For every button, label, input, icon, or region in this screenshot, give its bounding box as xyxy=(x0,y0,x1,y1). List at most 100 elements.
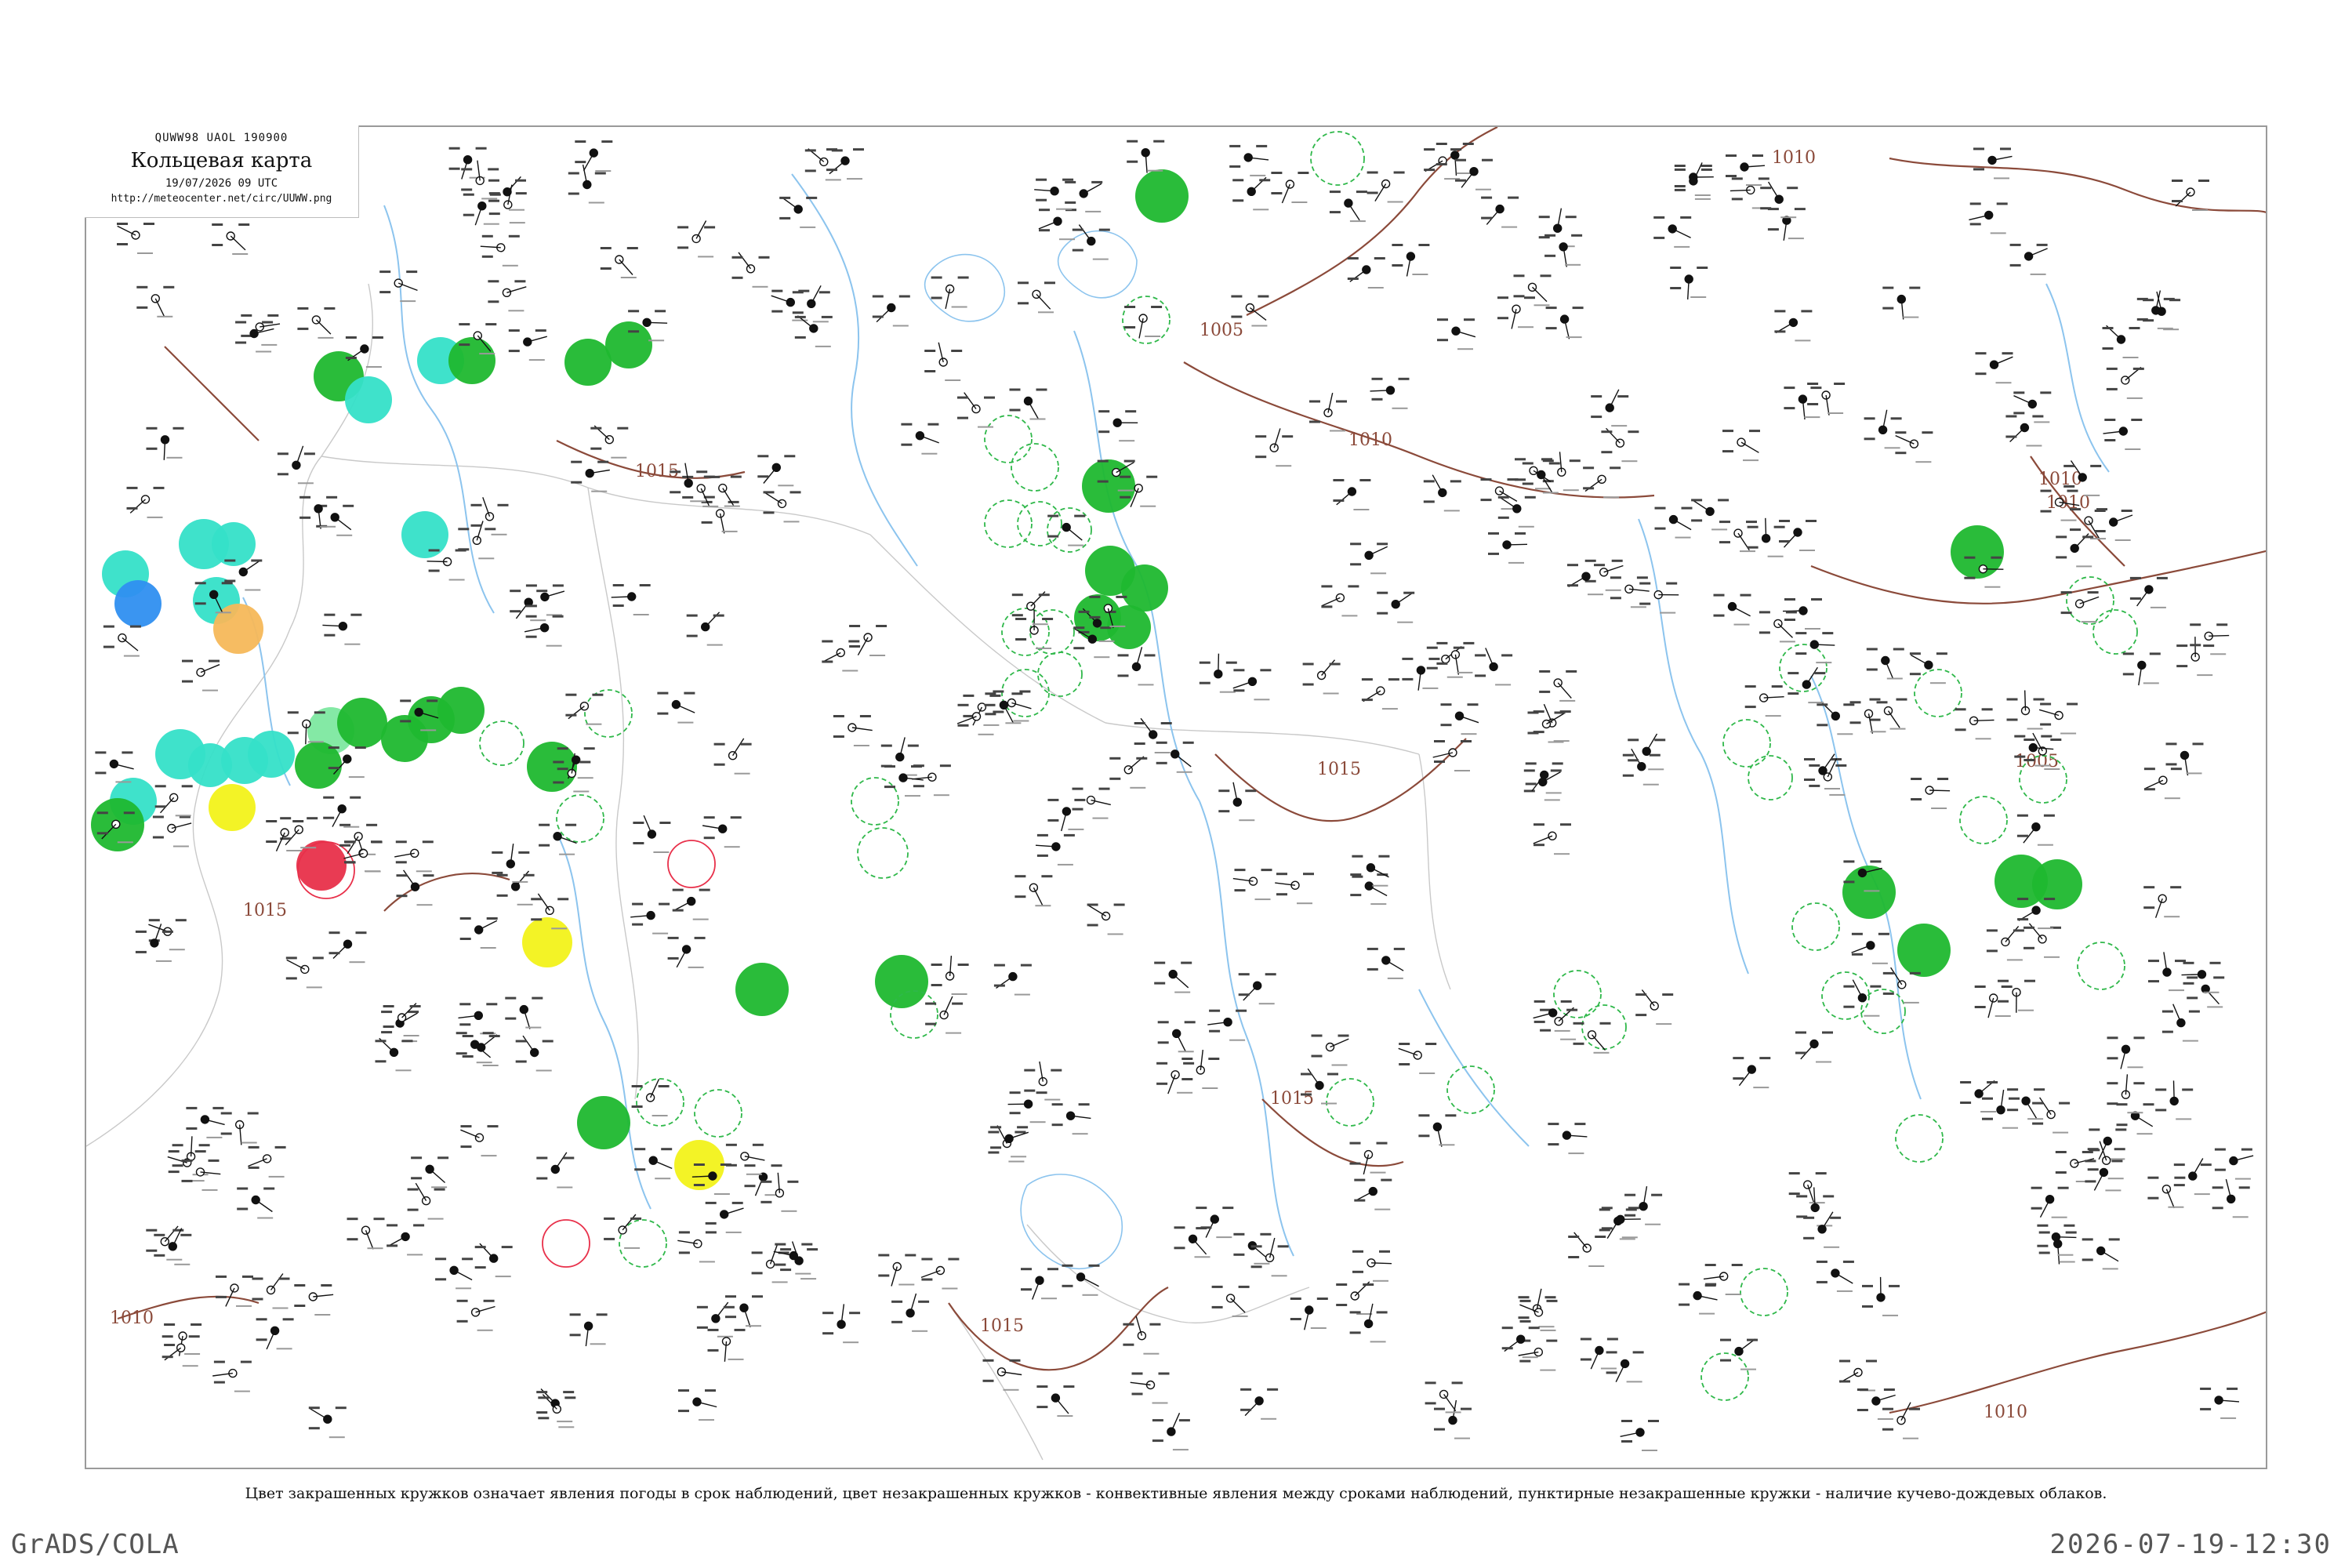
station-symbol[interactable] xyxy=(1035,833,1075,866)
station-symbol[interactable] xyxy=(1691,499,1730,531)
station-symbol[interactable] xyxy=(1232,669,1272,701)
station-symbol[interactable] xyxy=(458,1003,498,1035)
station-symbol[interactable] xyxy=(285,956,324,989)
station-symbol[interactable] xyxy=(1154,961,1192,993)
station-symbol[interactable] xyxy=(590,425,629,459)
station-symbol[interactable] xyxy=(1238,973,1276,1005)
station-symbol[interactable] xyxy=(1156,1062,1195,1094)
station-symbol[interactable] xyxy=(1232,176,1271,211)
station-symbol[interactable] xyxy=(1580,1338,1618,1370)
station-symbol[interactable] xyxy=(379,270,418,303)
station-symbol[interactable] xyxy=(1670,267,1708,299)
station-symbol[interactable] xyxy=(1857,1388,1896,1420)
station-symbol[interactable] xyxy=(1839,1359,1877,1392)
shower-station-marker[interactable] xyxy=(188,743,232,787)
station-symbol[interactable] xyxy=(299,495,338,529)
rain-station-marker[interactable] xyxy=(605,321,652,368)
station-symbol[interactable] xyxy=(1882,1402,1920,1439)
station-symbol[interactable] xyxy=(2085,1160,2123,1192)
station-symbol[interactable] xyxy=(154,785,193,817)
station-symbol[interactable] xyxy=(347,1218,385,1250)
station-symbol[interactable] xyxy=(1352,1250,1392,1282)
station-symbol[interactable] xyxy=(1760,181,1798,219)
station-symbol[interactable] xyxy=(1392,244,1430,277)
station-symbol[interactable] xyxy=(571,460,610,492)
station-symbol[interactable] xyxy=(1533,823,1571,855)
rain-station-marker[interactable] xyxy=(577,1096,630,1149)
station-symbol[interactable] xyxy=(394,840,434,873)
station-symbol[interactable] xyxy=(2102,325,2140,358)
station-symbol[interactable] xyxy=(462,1034,500,1066)
rain-station-marker[interactable] xyxy=(437,687,485,734)
station-symbol[interactable] xyxy=(1803,1211,1842,1248)
station-symbol[interactable] xyxy=(1788,1172,1827,1204)
station-symbol[interactable] xyxy=(1275,873,1314,905)
station-symbol[interactable] xyxy=(407,1182,445,1220)
station-symbol[interactable] xyxy=(634,1148,673,1180)
station-symbol[interactable] xyxy=(1333,479,1371,510)
station-symbol[interactable] xyxy=(1606,1351,1644,1383)
station-symbol[interactable] xyxy=(456,1032,494,1064)
station-symbol[interactable] xyxy=(1014,875,1053,907)
station-symbol[interactable] xyxy=(474,1243,513,1278)
station-symbol[interactable] xyxy=(1181,1050,1220,1089)
station-symbol[interactable] xyxy=(212,223,250,255)
cb-marker[interactable] xyxy=(1310,131,1365,186)
station-symbol[interactable] xyxy=(2155,1080,2194,1120)
station-symbol[interactable] xyxy=(1639,582,1679,614)
station-symbol[interactable] xyxy=(1653,216,1692,248)
station-symbol[interactable] xyxy=(1232,869,1272,901)
station-symbol[interactable] xyxy=(1321,585,1359,617)
shower-station-marker[interactable] xyxy=(401,511,448,558)
cb-marker[interactable] xyxy=(984,415,1033,463)
station-symbol[interactable] xyxy=(1539,670,1577,702)
cb-marker[interactable] xyxy=(1748,755,1793,800)
station-symbol[interactable] xyxy=(2147,1176,2186,1209)
rain-station-marker[interactable] xyxy=(448,337,495,384)
station-symbol[interactable] xyxy=(1782,598,1822,630)
station-symbol[interactable] xyxy=(1349,1142,1388,1175)
station-symbol[interactable] xyxy=(2143,886,2182,918)
station-symbol[interactable] xyxy=(1156,741,1194,773)
station-symbol[interactable] xyxy=(1674,162,1712,200)
station-symbol[interactable] xyxy=(1423,474,1461,512)
station-symbol[interactable] xyxy=(1352,855,1390,887)
station-symbol[interactable] xyxy=(1497,296,1535,329)
station-symbol[interactable] xyxy=(1377,591,1415,623)
station-symbol[interactable] xyxy=(1109,756,1148,789)
station-symbol[interactable] xyxy=(1518,1339,1558,1371)
station-symbol[interactable] xyxy=(95,751,134,783)
station-symbol[interactable] xyxy=(611,584,651,615)
station-symbol[interactable] xyxy=(672,888,710,920)
station-symbol[interactable] xyxy=(1038,209,1076,241)
fog-station-marker[interactable] xyxy=(114,580,162,627)
station-symbol[interactable] xyxy=(1601,427,1639,463)
station-symbol[interactable] xyxy=(172,1136,210,1176)
station-symbol[interactable] xyxy=(323,796,361,828)
station-symbol[interactable] xyxy=(435,1258,474,1290)
cb-marker[interactable] xyxy=(1791,902,1840,951)
station-symbol[interactable] xyxy=(1882,967,1921,1004)
station-symbol[interactable] xyxy=(1533,1000,1572,1032)
station-symbol[interactable] xyxy=(1009,388,1047,420)
station-symbol[interactable] xyxy=(297,307,336,339)
station-symbol[interactable] xyxy=(1098,410,1138,442)
station-symbol[interactable] xyxy=(216,1275,253,1307)
station-symbol[interactable] xyxy=(126,486,165,518)
station-symbol[interactable] xyxy=(2165,742,2204,776)
station-symbol[interactable] xyxy=(1367,171,1405,203)
station-symbol[interactable] xyxy=(1720,1338,1758,1370)
station-symbol[interactable] xyxy=(1481,196,1519,228)
station-symbol[interactable] xyxy=(630,902,670,935)
cb-marker[interactable] xyxy=(479,720,524,766)
station-symbol[interactable] xyxy=(1233,1232,1272,1265)
station-symbol[interactable] xyxy=(731,252,770,288)
station-symbol[interactable] xyxy=(1072,224,1110,260)
station-symbol[interactable] xyxy=(1329,191,1367,223)
station-symbol[interactable] xyxy=(2005,415,2044,447)
station-symbol[interactable] xyxy=(117,223,154,254)
station-symbol[interactable] xyxy=(702,816,742,848)
station-symbol[interactable] xyxy=(600,247,638,278)
station-symbol[interactable] xyxy=(725,1295,763,1328)
station-symbol[interactable] xyxy=(1795,1031,1833,1063)
